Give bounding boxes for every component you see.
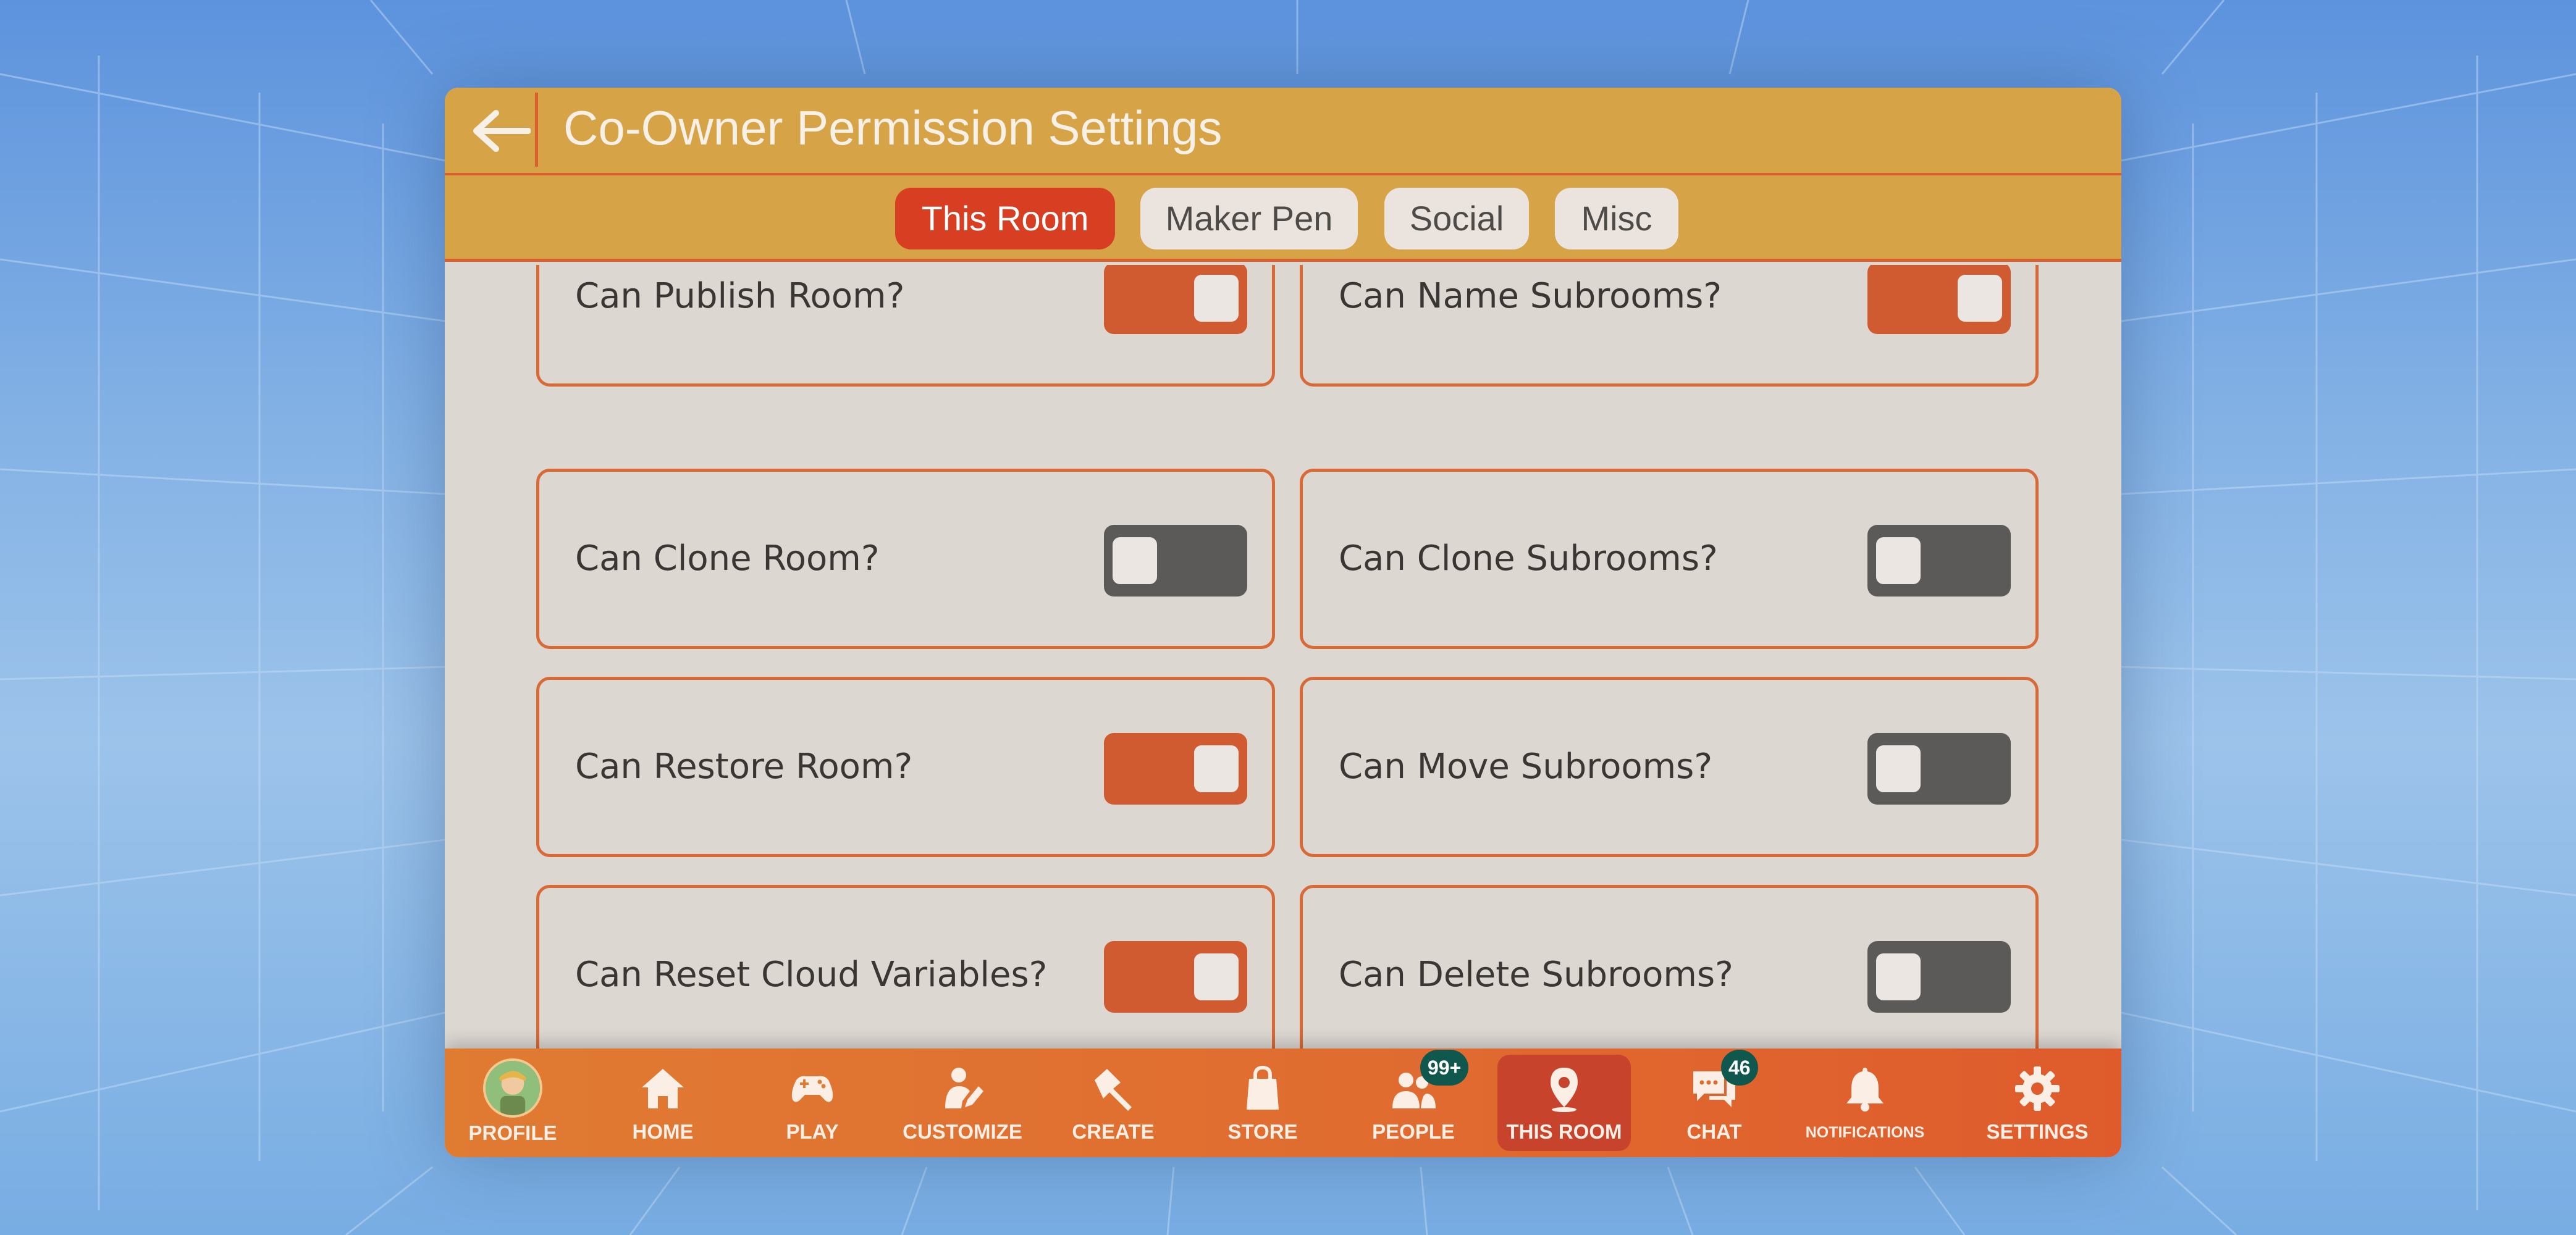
toggle-knob: [1194, 745, 1239, 792]
tab-this-room[interactable]: This Room: [895, 188, 1115, 249]
tab-bar: This Room Maker Pen Social Misc: [445, 175, 2121, 262]
title-divider: [535, 93, 538, 167]
clone-subrooms-toggle[interactable]: [1867, 525, 2011, 597]
tab-social[interactable]: Social: [1384, 188, 1529, 249]
toggle-knob: [1876, 745, 1921, 792]
nav-label: PEOPLE: [1372, 1120, 1455, 1143]
permission-label: Can Restore Room?: [575, 747, 913, 787]
nav-profile[interactable]: PROFILE: [446, 1055, 579, 1151]
back-button[interactable]: [457, 94, 545, 168]
nav-chat[interactable]: 46 CHAT: [1648, 1050, 1781, 1151]
nav-label: PLAY: [786, 1120, 839, 1143]
avatar: [483, 1058, 542, 1118]
publish-room-toggle[interactable]: [1104, 265, 1247, 334]
nav-settings[interactable]: SETTINGS: [1971, 1055, 2104, 1151]
nav-customize[interactable]: CUSTOMIZE: [896, 1055, 1029, 1151]
chat-badge: 46: [1721, 1050, 1758, 1086]
nav-label: SETTINGS: [1986, 1120, 2089, 1143]
permission-label: Can Reset Cloud Variables?: [575, 955, 1048, 995]
nav-label: PROFILE: [468, 1121, 557, 1144]
nav-label: NOTIFICATIONS: [1805, 1124, 1925, 1141]
nav-label: STORE: [1227, 1120, 1298, 1143]
nav-notifications[interactable]: NOTIFICATIONS: [1798, 1055, 1932, 1151]
back-arrow-icon: [473, 110, 531, 152]
permission-label: Can Clone Room?: [575, 538, 880, 579]
toggle-knob: [1113, 537, 1157, 584]
permission-card-delete-subrooms: Can Delete Subrooms?: [1300, 885, 2039, 1065]
restore-room-toggle[interactable]: [1104, 733, 1247, 805]
title-bar: Co-Owner Permission Settings: [445, 88, 2121, 175]
permission-card-publish-room: Can Publish Room?: [536, 265, 1275, 387]
home-icon: [642, 1069, 684, 1108]
gear-icon: [2015, 1066, 2060, 1111]
nav-label: THIS ROOM: [1506, 1120, 1622, 1143]
nav-play[interactable]: PLAY: [746, 1055, 879, 1151]
permission-card-reset-cloud-variables: Can Reset Cloud Variables?: [536, 885, 1275, 1065]
toggle-knob: [1958, 275, 2002, 322]
location-pin-icon: [1551, 1068, 1578, 1112]
page-title: Co-Owner Permission Settings: [563, 101, 1223, 155]
toggle-knob: [1876, 953, 1921, 1000]
delete-subrooms-toggle[interactable]: [1867, 941, 2011, 1013]
tab-maker-pen[interactable]: Maker Pen: [1140, 188, 1358, 249]
nav-create[interactable]: CREATE: [1046, 1055, 1180, 1151]
bell-icon: [1846, 1068, 1884, 1112]
nav-store[interactable]: STORE: [1196, 1055, 1329, 1151]
nav-this-room[interactable]: THIS ROOM: [1497, 1055, 1631, 1151]
nav-label: CREATE: [1072, 1120, 1155, 1143]
name-subrooms-toggle[interactable]: [1867, 265, 2011, 334]
permission-label: Can Delete Subrooms?: [1339, 955, 1733, 995]
permission-label: Can Move Subrooms?: [1339, 747, 1713, 787]
move-subrooms-toggle[interactable]: [1867, 733, 2011, 805]
toggle-knob: [1194, 275, 1239, 322]
permissions-list[interactable]: Can Publish Room? Can Name Subrooms? Can…: [445, 265, 2121, 1136]
clone-room-toggle[interactable]: [1104, 525, 1247, 597]
people-badge: 99+: [1420, 1050, 1469, 1086]
tab-misc[interactable]: Misc: [1555, 188, 1678, 249]
nav-label: CUSTOMIZE: [903, 1120, 1022, 1143]
gamepad-icon: [791, 1076, 833, 1102]
permission-card-move-subrooms: Can Move Subrooms?: [1300, 677, 2039, 857]
nav-label: HOME: [632, 1120, 694, 1143]
toggle-knob: [1194, 953, 1239, 1000]
reset-cloud-variables-toggle[interactable]: [1104, 941, 1247, 1013]
permission-card-restore-room: Can Restore Room?: [536, 677, 1275, 857]
nav-people[interactable]: 99+ PEOPLE: [1347, 1050, 1480, 1151]
permission-label: Can Name Subrooms?: [1339, 276, 1722, 316]
permission-label: Can Publish Room?: [575, 276, 905, 316]
permission-label: Can Clone Subrooms?: [1339, 538, 1718, 579]
permission-card-name-subrooms: Can Name Subrooms?: [1300, 265, 2039, 387]
customize-icon: [945, 1068, 983, 1108]
nav-label: CHAT: [1686, 1120, 1742, 1143]
maker-pen-icon: [1095, 1069, 1132, 1111]
permission-card-clone-subrooms: Can Clone Subrooms?: [1300, 469, 2039, 649]
permission-card-clone-room: Can Clone Room?: [536, 469, 1275, 649]
bottom-nav-bar: PROFILE HOME PLAY CUSTOMIZE CREATE STORE…: [445, 1049, 2121, 1157]
co-owner-permission-window: Co-Owner Permission Settings This Room M…: [445, 88, 2121, 1157]
shopping-bag-icon: [1247, 1065, 1279, 1110]
toggle-knob: [1876, 537, 1921, 584]
nav-home-button[interactable]: HOME: [596, 1055, 730, 1151]
